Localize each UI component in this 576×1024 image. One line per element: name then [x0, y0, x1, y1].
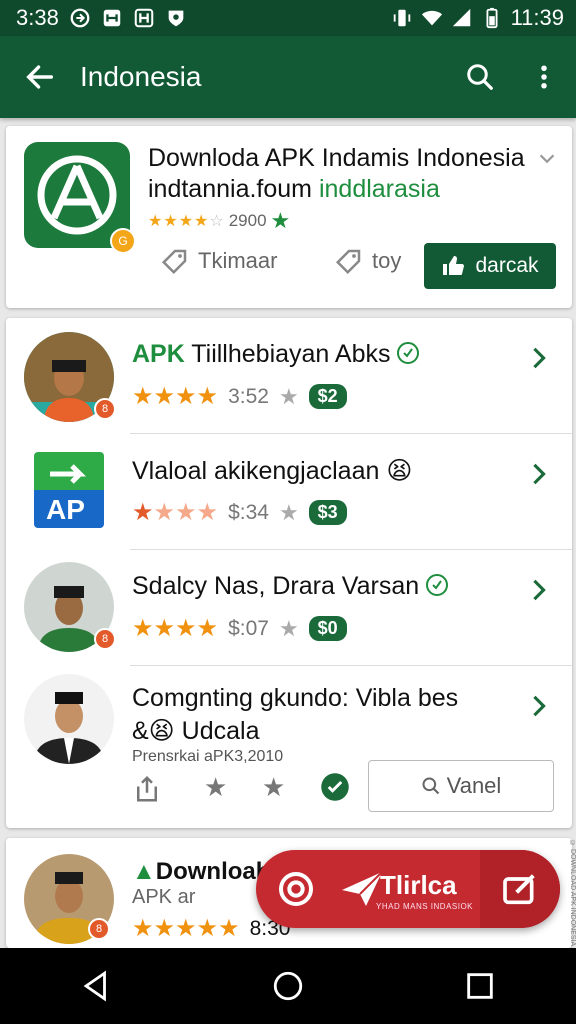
more-options-button[interactable]	[512, 36, 576, 118]
item-title: Sdalcy Nas, Drara Varsan	[132, 572, 449, 601]
app-list: 8 APK Tiillhebiayan Abks ★★★★ 3:52 ★ $2 …	[6, 318, 572, 828]
edit-box-icon	[503, 874, 535, 905]
item-title: Vlaloal akikengjaclaan 😫	[132, 457, 413, 485]
person-avatar-icon	[24, 674, 114, 764]
star-icon[interactable]: ★	[279, 500, 299, 526]
item-meta: ★★★★ $:07 ★ $0	[132, 614, 347, 643]
search-icon	[467, 64, 493, 90]
nav-back-icon[interactable]	[79, 969, 113, 1003]
rating-stars: ★★★★★	[132, 915, 240, 942]
nav-recents-icon[interactable]	[463, 969, 497, 1003]
chevron-right-icon[interactable]	[528, 576, 550, 604]
app-logo: AP	[34, 452, 104, 528]
featured-rating: ★★★★☆ 2900 ★	[148, 208, 290, 234]
arrow-left-icon	[26, 65, 54, 89]
status-bar: 3:38 11:39	[0, 0, 576, 36]
wifi-icon	[421, 7, 443, 29]
tag-icon	[161, 249, 187, 275]
chevron-right-icon[interactable]	[528, 460, 550, 488]
shield-notification-icon	[165, 7, 187, 29]
featured-subtitle: indtannia.foum inddlarasia	[148, 175, 440, 203]
price-badge: $3	[308, 500, 347, 525]
featured-app-card[interactable]: G Downloda APK Indamis Indonesia indtann…	[6, 126, 572, 308]
verified-icon	[397, 342, 420, 364]
battery-icon	[481, 7, 503, 29]
rating-value: $:07	[228, 616, 269, 640]
tag-icon-2	[335, 249, 361, 275]
action-button-1[interactable]: Tkimaar	[160, 246, 277, 276]
page-title: Indonesia	[80, 61, 202, 92]
app-badge-icon: 8	[94, 398, 116, 420]
search-button[interactable]	[448, 36, 512, 118]
rating-stars: ★★★★☆	[148, 213, 225, 230]
system-nav-bar	[0, 948, 576, 1024]
green-star-icon: ★	[270, 208, 291, 233]
app-badge-icon: 8	[94, 628, 116, 650]
avatar	[24, 674, 114, 764]
list-item[interactable]: 8 APK Tiillhebiayan Abks ★★★★ 3:52 ★ $2	[6, 318, 572, 434]
h-notification-icon	[133, 7, 155, 29]
download-button[interactable]: darcak	[424, 243, 556, 289]
featured-title: Downloda APK Indamis Indonesia	[148, 144, 525, 172]
app-logo-icon	[37, 155, 117, 235]
item-subtitle: APK ar	[132, 886, 196, 908]
thumbs-up-icon	[443, 256, 465, 275]
featured-app-icon: G	[24, 142, 136, 254]
chevron-down-icon[interactable]	[536, 148, 558, 170]
chevron-right-icon[interactable]	[528, 692, 550, 720]
sync-icon	[69, 7, 91, 29]
logo-text: AP	[46, 494, 85, 525]
open-external-button[interactable]	[480, 850, 560, 928]
back-button[interactable]	[0, 36, 80, 118]
price-badge: $2	[308, 384, 347, 409]
target-button[interactable]	[256, 850, 336, 928]
item-title: ▲Downloab	[132, 858, 271, 885]
rating-stars: ★★★★	[132, 499, 219, 526]
item-meta: ★★★★ $:34 ★ $3	[132, 498, 347, 527]
rating-stars: ★★★★	[132, 615, 219, 642]
status-time-right: 11:39	[510, 5, 564, 30]
view-button[interactable]: Vanel	[368, 760, 554, 812]
item-title: APK Tiillhebiayan Abks	[132, 340, 420, 369]
app-notification-icon	[101, 7, 123, 29]
rating-value: 3:52	[228, 384, 269, 408]
item-title-line2: &😫 Udcala	[132, 717, 260, 745]
verified-icon	[426, 574, 449, 596]
more-vert-icon	[541, 65, 547, 89]
target-icon	[279, 872, 313, 906]
star-icon[interactable]: ★	[204, 772, 227, 803]
floating-promo-button[interactable]: Tlirlca YHAD MANS INDASIOK	[256, 850, 560, 928]
vibrate-icon	[391, 7, 413, 29]
share-icon[interactable]	[132, 774, 162, 804]
item-actions: ★ ★ Vanel	[132, 760, 562, 816]
list-item[interactable]: 8 Sdalcy Nas, Drara Varsan ★★★★ $:07 ★ $…	[6, 550, 572, 666]
rating-count: 2900	[228, 211, 267, 230]
star-icon[interactable]: ★	[262, 772, 285, 803]
action-button-2[interactable]: toy	[334, 246, 401, 276]
price-badge: $0	[308, 616, 347, 641]
list-item[interactable]: AP Vlaloal akikengjaclaan 😫 ★★★★ $:34 ★ …	[6, 434, 572, 550]
app-bar: Indonesia	[0, 36, 576, 118]
nav-home-icon[interactable]	[271, 969, 305, 1003]
promo-brand: Tlirlca YHAD MANS INDASIOK	[336, 850, 480, 928]
search-icon	[422, 777, 439, 795]
star-icon[interactable]: ★	[279, 616, 299, 642]
app-badge-icon: 8	[88, 918, 110, 940]
star-icon[interactable]: ★	[279, 384, 299, 410]
signal-icon	[451, 7, 473, 29]
status-time-left: 3:38	[16, 5, 59, 30]
rating-stars: ★★★★	[132, 383, 219, 410]
item-meta: ★★★★ 3:52 ★ $2	[132, 382, 347, 411]
check-circle-icon[interactable]	[320, 772, 350, 802]
item-title-line1: Comgnting gkundo: Vibla bes	[132, 684, 459, 712]
rating-value: $:34	[228, 500, 269, 524]
chevron-right-icon[interactable]	[528, 344, 550, 372]
featured-actions: Tkimaar toy darcak	[6, 242, 572, 296]
android-icon: ▲	[132, 858, 156, 885]
